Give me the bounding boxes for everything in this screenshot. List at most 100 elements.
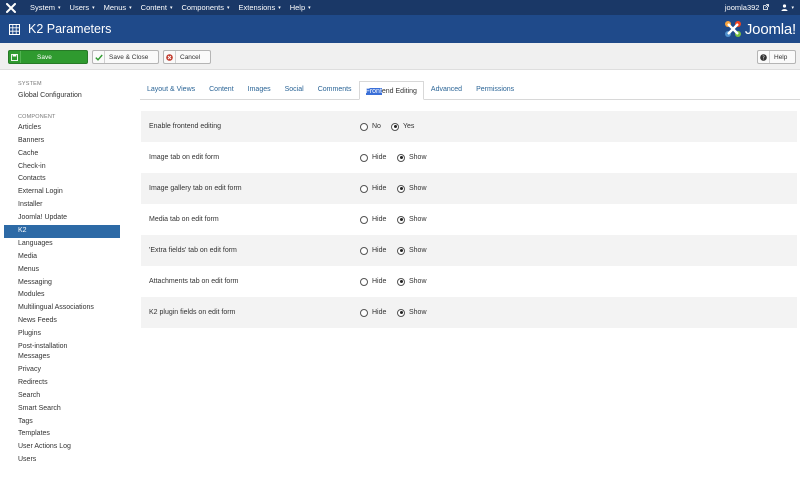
help-button[interactable]: ? Help [757,50,796,64]
radio-button[interactable] [360,184,368,193]
sidebar-item-templates[interactable]: Templates [0,428,124,441]
radio-option-hide[interactable]: Hide [360,184,386,193]
menu-label: Extensions [238,3,276,12]
sidebar-item-modules[interactable]: Modules [0,289,124,302]
radio-button[interactable] [360,122,368,131]
menu-extensions[interactable]: Extensions ▾ [239,3,281,12]
menu-menus[interactable]: Menus ▾ [104,3,132,12]
caret-down-icon: ▾ [58,4,61,11]
option-label: Hide [372,278,387,285]
caret-down-icon: ▾ [308,4,311,11]
radio-option-show[interactable]: Show [397,215,427,224]
tab-comments[interactable]: Comments [311,80,359,99]
radio-button[interactable] [397,215,405,224]
top-navbar: System ▾ Users ▾ Menus ▾ Content ▾ Component… [0,0,800,15]
radio-button[interactable] [397,277,405,286]
tab-social[interactable]: Social [278,80,311,99]
joomla-x-icon[interactable] [4,0,18,15]
sidebar-item-cache[interactable]: Cache [0,148,124,161]
radio-option-show[interactable]: Show [397,246,427,255]
menu-label: Content [140,3,167,12]
sidebar-item-users[interactable]: Users [0,454,124,467]
caret-down-icon: ▾ [278,4,281,11]
option-label: Show [409,247,427,254]
tab-content[interactable]: Content [202,80,241,99]
menu-content[interactable]: Content ▾ [141,3,173,12]
sidebar-item-post-installation-messages[interactable]: Post-installation Messages [0,341,80,364]
radio-option-show[interactable]: Show [397,308,427,317]
joomla-logo-icon [724,21,741,37]
radio-button[interactable] [397,246,405,255]
sidebar-item-installer[interactable]: Installer [0,199,124,212]
sidebar-item-articles[interactable]: Articles [0,122,124,135]
sidebar-item-k2[interactable]: K2 [4,225,120,238]
radio-button[interactable] [360,277,368,286]
radio-option-hide[interactable]: Hide [360,246,386,255]
sidebar-item-messaging[interactable]: Messaging [0,277,124,290]
sidebar-item-media[interactable]: Media [0,251,124,264]
menu-users[interactable]: Users ▾ [70,3,95,12]
menu-system[interactable]: System ▾ [30,3,61,12]
main-menu: System ▾ Users ▾ Menus ▾ Content ▾ Component… [30,3,320,12]
sidebar-item-news-feeds[interactable]: News Feeds [0,315,124,328]
radio-option-hide[interactable]: Hide [360,215,386,224]
radio-option-hide[interactable]: Hide [360,153,386,162]
sidebar-item-banners[interactable]: Banners [0,135,124,148]
radio-button[interactable] [397,153,405,162]
sidebar-item-tags[interactable]: Tags [0,416,124,429]
user-area: joomla392 ▾ [725,0,794,15]
cancel-button[interactable]: Cancel [163,50,211,64]
menu-label: Components [181,3,224,12]
radio-option-yes[interactable]: Yes [391,122,414,131]
sidebar-item-smart-search[interactable]: Smart Search [0,403,124,416]
sidebar-item-search[interactable]: Search [0,390,124,403]
radio-option-show[interactable]: Show [397,153,427,162]
sidebar-item-plugins[interactable]: Plugins [0,328,124,341]
sidebar-item-external-login[interactable]: External Login [0,186,124,199]
field-label: Enable frontend editing [149,123,221,130]
sidebar-item-contacts[interactable]: Contacts [0,173,124,186]
tab-frontend-editing[interactable]: Frontend Editing [358,81,424,100]
field-label: Attachments tab on edit form [149,278,239,285]
site-link[interactable]: joomla392 [725,3,760,12]
sidebar-item-privacy[interactable]: Privacy [0,364,124,377]
radio-button[interactable] [360,153,368,162]
form-row-media-tab: Media tab on edit form Hide Show [141,204,797,235]
sidebar: SYSTEM Global Configuration COMPONENT Ar… [0,80,124,467]
sidebar-item-user-actions-log[interactable]: User Actions Log [0,441,124,454]
sidebar-item-multilingual-associations[interactable]: Multilingual Associations [0,302,124,315]
radio-button[interactable] [397,184,405,193]
form-row-k2-plugin-fields: K2 plugin fields on edit form Hide Show [141,297,797,328]
tab-layout-views[interactable]: Layout & Views [140,80,202,99]
sidebar-item-check-in[interactable]: Check-in [0,161,124,174]
menu-help[interactable]: Help ▾ [290,3,311,12]
tab-permissions[interactable]: Permissions [469,80,521,99]
selected-text-highlight: Front [365,88,382,95]
save-icon [9,51,21,63]
radio-option-hide[interactable]: Hide [360,277,387,286]
form-row-image-tab: Image tab on edit form Hide Show [141,142,797,173]
tab-images[interactable]: Images [241,80,278,99]
radio-button[interactable] [360,246,368,255]
save-close-button[interactable]: Save & Close [92,50,159,64]
radio-option-hide[interactable]: Hide [360,308,386,317]
radio-option-no[interactable]: No [360,122,381,131]
save-button[interactable]: Save [8,50,88,64]
tab-advanced[interactable]: Advanced [424,80,469,99]
menu-components[interactable]: Components ▾ [181,3,229,12]
radio-option-show[interactable]: Show [397,184,427,193]
radio-button[interactable] [360,215,368,224]
sidebar-item-global-configuration[interactable]: Global Configuration [0,90,124,103]
user-icon[interactable]: ▾ [781,4,794,11]
sidebar-item-joomla-update[interactable]: Joomla! Update [0,212,124,225]
sidebar-item-menus[interactable]: Menus [0,264,124,277]
sidebar-item-redirects[interactable]: Redirects [0,377,124,390]
radio-button[interactable] [360,308,368,317]
save-label: Save [37,53,52,61]
external-link-icon[interactable] [763,3,770,12]
radio-button[interactable] [397,308,405,317]
radio-button[interactable] [391,122,399,131]
toolbar: Save Save & Close Cancel ? Help [0,43,800,70]
sidebar-item-languages[interactable]: Languages [0,238,124,251]
radio-option-show[interactable]: Show [397,277,427,286]
